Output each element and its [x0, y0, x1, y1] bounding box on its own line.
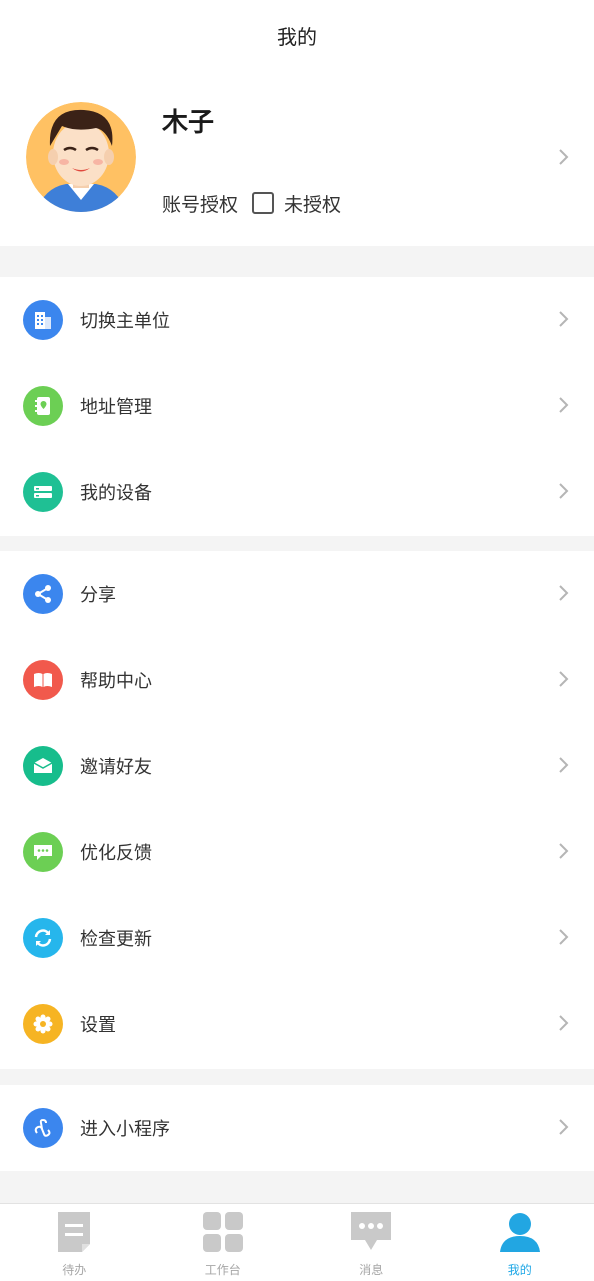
- mini-program-icon: [23, 1108, 63, 1148]
- auth-label: 账号授权: [162, 190, 238, 217]
- share-icon: [23, 574, 63, 614]
- chevron-right-icon: [558, 928, 570, 946]
- grid-icon: [201, 1210, 245, 1258]
- chevron-right-icon: [558, 148, 570, 166]
- chevron-right-icon: [558, 310, 570, 328]
- profile-card[interactable]: 木子 账号授权 未授权: [0, 70, 594, 246]
- menu-section-account: 切换主单位 地址管理 我的设备: [0, 277, 594, 536]
- person-icon: [498, 1210, 542, 1258]
- page-title: 我的: [277, 21, 317, 50]
- top-bar: 我的: [0, 0, 594, 70]
- menu-item-label: 帮助中心: [80, 667, 152, 693]
- feedback-icon: [23, 832, 63, 872]
- menu-item-label: 邀请好友: [80, 753, 152, 779]
- building-icon: [23, 300, 63, 340]
- auth-checkbox[interactable]: [252, 192, 274, 214]
- address-book-icon: [23, 386, 63, 426]
- menu-item-label: 检查更新: [80, 925, 152, 951]
- envelope-icon: [23, 746, 63, 786]
- bottom-tab-bar: 待办 工作台 消息 我的: [0, 1203, 594, 1281]
- chevron-right-icon: [558, 584, 570, 602]
- menu-section-general: 分享 帮助中心 邀请好友 优化反馈 检查更新 设置: [0, 551, 594, 1069]
- menu-item-label: 地址管理: [80, 393, 152, 419]
- menu-item-label: 设置: [80, 1011, 116, 1037]
- menu-item-address[interactable]: 地址管理: [0, 363, 594, 449]
- tab-messages[interactable]: 消息: [297, 1204, 446, 1281]
- tab-mine[interactable]: 我的: [446, 1204, 594, 1281]
- todo-icon: [56, 1210, 92, 1258]
- tab-label: 待办: [62, 1261, 86, 1278]
- gear-icon: [23, 1004, 63, 1044]
- chevron-right-icon: [558, 396, 570, 414]
- menu-item-feedback[interactable]: 优化反馈: [0, 809, 594, 895]
- device-icon: [23, 472, 63, 512]
- chat-icon: [349, 1210, 393, 1258]
- tab-workbench[interactable]: 工作台: [149, 1204, 298, 1281]
- book-icon: [23, 660, 63, 700]
- menu-item-label: 进入小程序: [80, 1115, 170, 1141]
- menu-item-devices[interactable]: 我的设备: [0, 449, 594, 535]
- menu-item-invite-friends[interactable]: 邀请好友: [0, 723, 594, 809]
- chevron-right-icon: [558, 842, 570, 860]
- menu-item-share[interactable]: 分享: [0, 551, 594, 637]
- chevron-right-icon: [558, 670, 570, 688]
- menu-section-mini-program: 进入小程序: [0, 1085, 594, 1171]
- menu-item-label: 切换主单位: [80, 307, 170, 333]
- menu-item-label: 我的设备: [80, 479, 152, 505]
- refresh-icon: [23, 918, 63, 958]
- chevron-right-icon: [558, 756, 570, 774]
- tab-label: 消息: [359, 1261, 383, 1278]
- chevron-right-icon: [558, 1118, 570, 1136]
- user-name: 木子: [162, 102, 214, 139]
- auth-status: 未授权: [284, 190, 341, 217]
- menu-item-check-update[interactable]: 检查更新: [0, 895, 594, 981]
- menu-item-help-center[interactable]: 帮助中心: [0, 637, 594, 723]
- tab-todo[interactable]: 待办: [0, 1204, 149, 1281]
- menu-item-label: 优化反馈: [80, 839, 152, 865]
- avatar[interactable]: [26, 102, 136, 212]
- account-auth-row: 账号授权 未授权: [162, 188, 341, 218]
- menu-item-switch-unit[interactable]: 切换主单位: [0, 277, 594, 363]
- tab-label: 我的: [508, 1261, 532, 1278]
- menu-item-settings[interactable]: 设置: [0, 981, 594, 1067]
- chevron-right-icon: [558, 482, 570, 500]
- menu-item-mini-program[interactable]: 进入小程序: [0, 1085, 594, 1171]
- tab-label: 工作台: [205, 1261, 241, 1278]
- menu-item-label: 分享: [80, 581, 116, 607]
- chevron-right-icon: [558, 1014, 570, 1032]
